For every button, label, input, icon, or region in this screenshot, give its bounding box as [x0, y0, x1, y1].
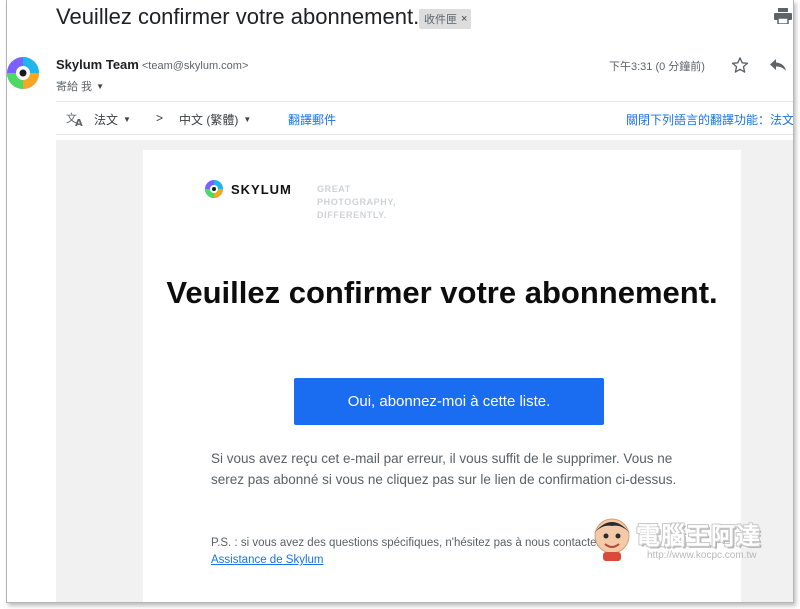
star-icon[interactable]	[731, 56, 749, 74]
watermark-text: 電腦王阿達	[636, 523, 761, 550]
chevron-down-icon: ▼	[123, 115, 131, 124]
email-timestamp: 下午3:31 (0 分鐘前)	[609, 61, 705, 73]
email-subject: Veuillez confirmer votre abonnement.	[56, 4, 420, 29]
skylum-logo: SKYLUM	[205, 180, 292, 198]
translate-icon: 文 A	[66, 111, 84, 127]
inbox-label-text: 收件匣	[424, 14, 457, 26]
confirm-subscription-button[interactable]: Oui, abonnez-moi à cette liste.	[294, 378, 604, 425]
print-icon[interactable]	[774, 8, 792, 24]
watermark-url: http://www.kocpc.com.tw	[647, 550, 757, 561]
inbox-label-chip[interactable]: 收件匣 ×	[419, 9, 472, 29]
translate-bar: 文 A 法文 ▼ > 中文 (繁體) ▼ 翻譯郵件 關閉下列語言的翻譯功能：法文	[56, 101, 793, 135]
skylum-logo-icon	[205, 180, 223, 198]
mascot-icon	[594, 518, 630, 561]
sender-email: <team@skylum.com>	[141, 60, 249, 72]
brand-name: SKYLUM	[231, 181, 292, 197]
email-headline: Veuillez confirmer votre abonnement.	[166, 275, 718, 310]
recipient-text: 寄給 我	[56, 81, 93, 93]
remove-label-icon[interactable]: ×	[461, 13, 467, 25]
target-language-select[interactable]: 中文 (繁體) ▼	[179, 111, 251, 128]
email-window: Veuillez confirmer votre abonnement. 收件匣…	[6, 0, 794, 603]
chevron-right-icon: >	[156, 111, 164, 125]
svg-text:A: A	[75, 118, 83, 127]
reply-icon[interactable]	[769, 57, 787, 73]
brand-tagline: GREAT PHOTOGRAPHY, DIFFERENTLY.	[317, 184, 397, 220]
ps-text: P.S. : si vous avez des questions spécif…	[211, 537, 619, 549]
email-body-text: Si vous avez reçu cet e-mail par erreur,…	[211, 451, 677, 487]
source-language-label: 法文	[94, 113, 119, 127]
chevron-down-icon: ▼	[96, 81, 104, 91]
sender-name: Skylum Team <team@skylum.com>	[56, 57, 248, 72]
skylum-support-link[interactable]: Assistance de Skylum	[211, 554, 324, 566]
translate-message-link[interactable]: 翻譯郵件	[288, 111, 336, 128]
source-language-select[interactable]: 法文 ▼	[94, 111, 131, 128]
turn-off-translation-link[interactable]: 關閉下列語言的翻譯功能：法文	[626, 111, 793, 128]
target-language-label: 中文 (繁體)	[179, 113, 239, 127]
sender-avatar	[7, 55, 41, 91]
chevron-down-icon: ▼	[243, 115, 252, 124]
watermark: 電腦王阿達 http://www.kocpc.com.tw	[589, 514, 793, 570]
recipient-details-toggle[interactable]: 寄給 我 ▼	[56, 78, 104, 94]
sender-name-text: Skylum Team	[56, 57, 139, 72]
